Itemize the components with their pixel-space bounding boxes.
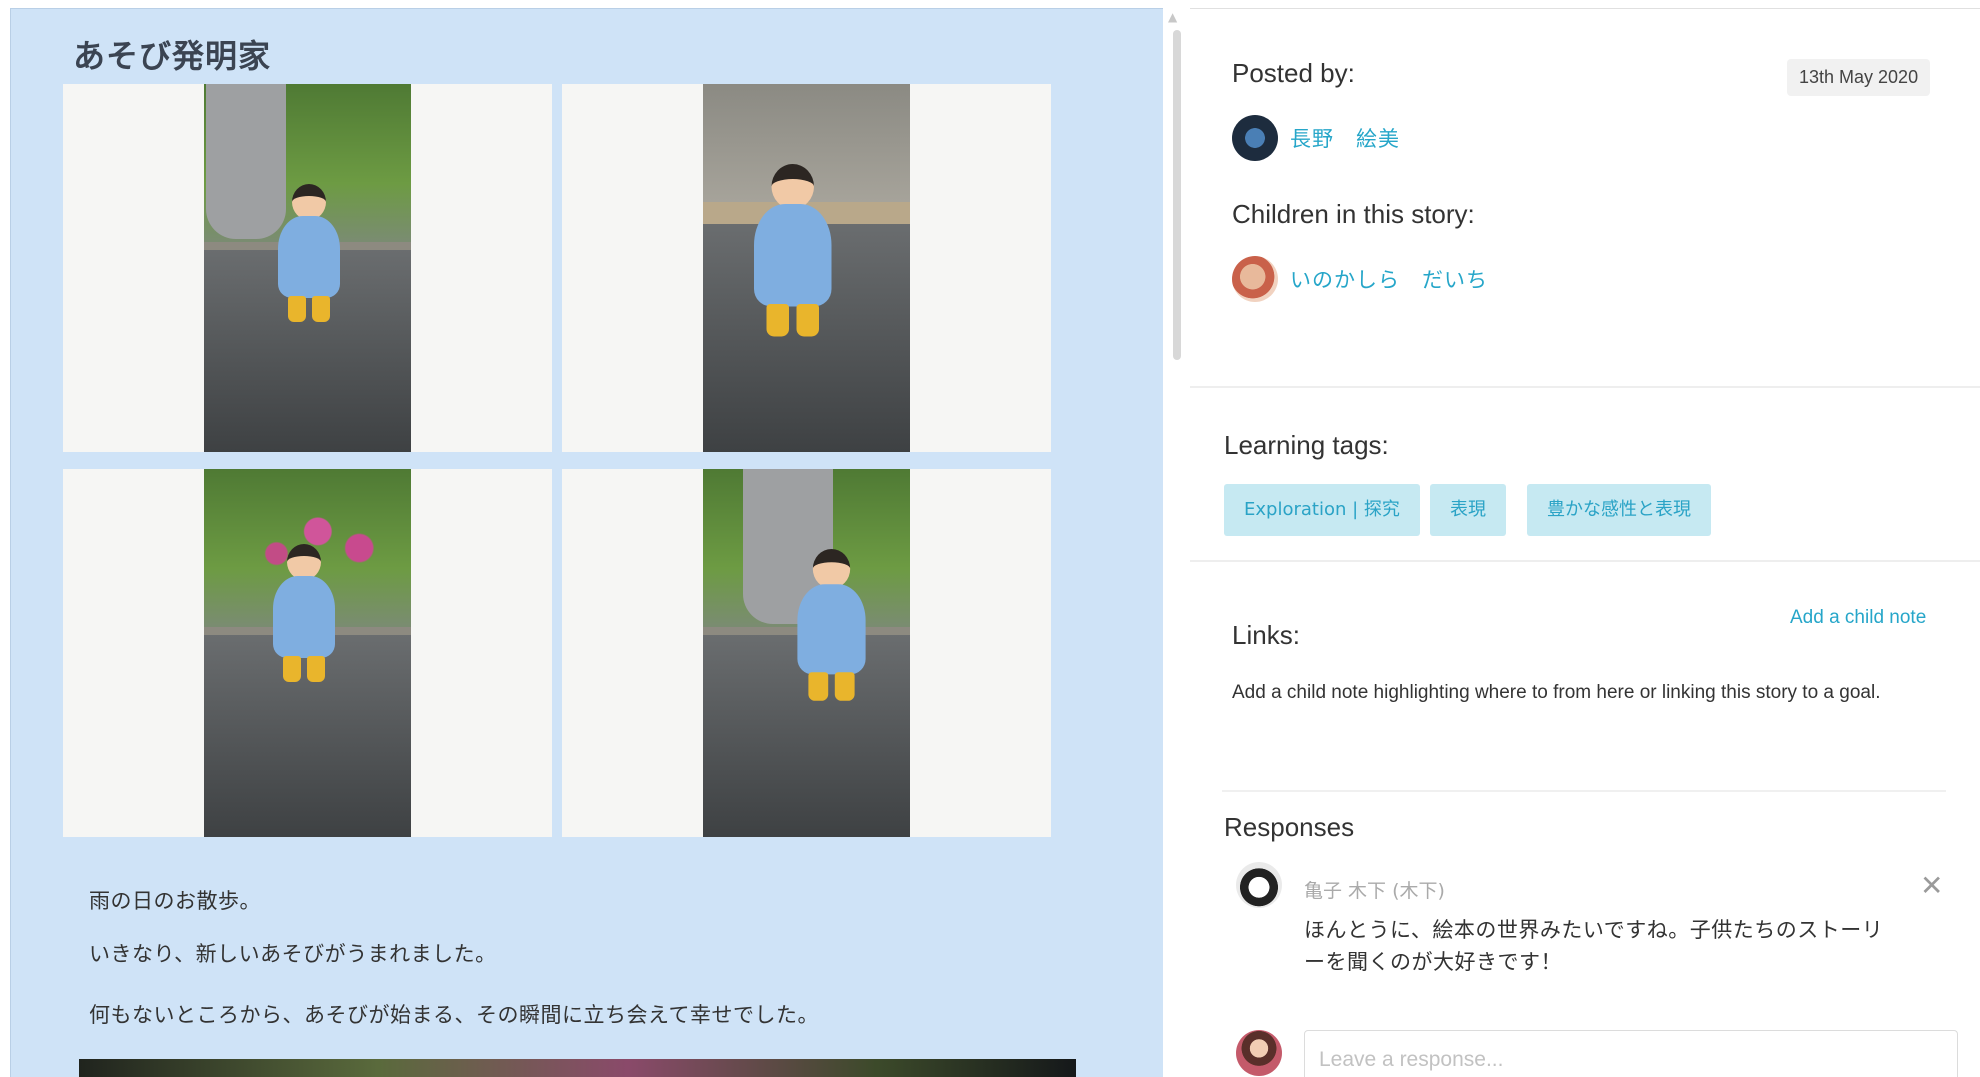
- poster[interactable]: 長野 絵美: [1232, 115, 1400, 161]
- learning-tag[interactable]: 豊かな感性と表現: [1527, 484, 1711, 536]
- close-icon[interactable]: ✕: [1920, 872, 1943, 900]
- avatar: [1236, 862, 1282, 908]
- learning-tag[interactable]: 表現: [1430, 484, 1506, 536]
- child[interactable]: いのかしら だいち: [1232, 256, 1488, 302]
- links-description: Add a child note highlighting where to f…: [1232, 682, 1881, 703]
- story-photo[interactable]: [703, 84, 910, 452]
- story-photo[interactable]: [204, 469, 411, 837]
- children-label: Children in this story:: [1232, 199, 1475, 229]
- poster-name-link[interactable]: 長野 絵美: [1290, 123, 1400, 153]
- story-photo[interactable]: [204, 84, 411, 452]
- scrollbar-thumb[interactable]: [1173, 30, 1181, 360]
- response-text: ほんとうに、絵本の世界みたいですね。子供たちのストーリーを聞くのが大好きです！: [1304, 918, 1884, 974]
- photo-card[interactable]: [562, 469, 1051, 837]
- story-photo[interactable]: [703, 469, 910, 837]
- story-paragraph: 何もないところから、あそびが始まる、その瞬間に立ち会えて幸せでした。: [89, 1003, 819, 1027]
- posted-by-label: Posted by:: [1232, 58, 1355, 88]
- photo-card[interactable]: [63, 469, 552, 837]
- story-paragraph: 雨の日のお散歩。: [89, 889, 261, 913]
- story-panel: あそび発明家 雨の日のお散歩。 いきなり、新しいあそびがうまれました。 何もない…: [10, 8, 1163, 1077]
- story-photo-partial[interactable]: [79, 1059, 1076, 1077]
- avatar[interactable]: [1232, 115, 1278, 161]
- story-title: あそび発明家: [73, 37, 272, 75]
- date-badge: 13th May 2020: [1787, 59, 1931, 96]
- story-paragraph: いきなり、新しいあそびがうまれました。: [89, 942, 497, 966]
- photo-card[interactable]: [63, 84, 552, 452]
- divider: [1190, 560, 1980, 562]
- links-label: Links:: [1232, 620, 1300, 650]
- avatar[interactable]: [1232, 256, 1278, 302]
- child-name-link[interactable]: いのかしら だいち: [1290, 264, 1488, 294]
- responses-label: Responses: [1224, 812, 1355, 842]
- divider: [1190, 386, 1980, 388]
- response-input[interactable]: [1304, 1030, 1958, 1077]
- avatar: [1236, 1030, 1282, 1076]
- response-author: 亀子 木下 (木下): [1304, 880, 1445, 902]
- learning-tags-label: Learning tags:: [1224, 430, 1389, 460]
- photo-card[interactable]: [562, 84, 1051, 452]
- add-child-note-link[interactable]: Add a child note: [1790, 607, 1926, 629]
- scroll-up-arrow-icon[interactable]: ▲: [1168, 10, 1177, 24]
- divider: [1222, 790, 1946, 792]
- learning-tag[interactable]: Exploration | 探究: [1224, 484, 1420, 536]
